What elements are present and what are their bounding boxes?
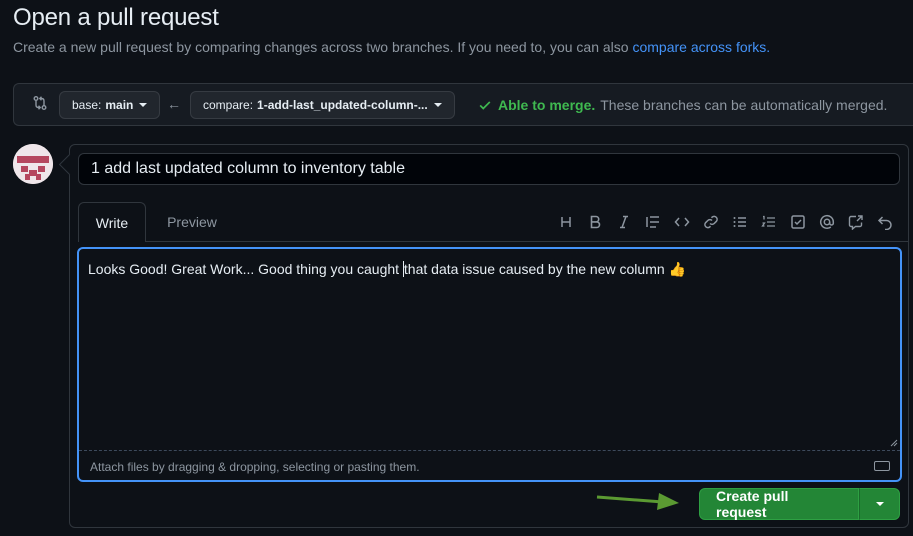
create-pr-button-group: Create pull request (699, 488, 900, 520)
quote-icon[interactable] (638, 213, 667, 231)
merge-desc-text: These branches can be automatically merg… (600, 97, 888, 113)
attach-files-hint: Attach files by dragging & dropping, sel… (90, 460, 420, 474)
create-pull-request-button[interactable]: Create pull request (699, 488, 859, 520)
bold-icon[interactable] (580, 213, 609, 231)
task-list-icon[interactable] (783, 213, 812, 231)
avatar[interactable] (13, 144, 53, 184)
italic-icon[interactable] (609, 213, 638, 231)
git-compare-icon (33, 96, 47, 110)
markdown-icon[interactable] (874, 461, 890, 471)
merge-status: Able to merge. These branches can be aut… (478, 97, 887, 113)
heading-icon[interactable] (551, 213, 580, 231)
body-after-cursor: that data issue caused by the new column… (403, 261, 686, 277)
compare-range-bar: base: main ← compare: 1-add-last_updated… (13, 83, 913, 126)
base-branch-value: main (105, 98, 134, 112)
annotation-arrow-icon (596, 493, 679, 510)
chevron-down-icon (875, 502, 884, 506)
undo-icon[interactable] (870, 213, 899, 231)
identicon-icon (13, 144, 53, 184)
markdown-toolbar (551, 213, 899, 231)
arrow-left-icon: ← (167, 96, 181, 112)
chevron-down-icon (139, 103, 148, 107)
link-icon[interactable] (696, 213, 725, 231)
create-options-dropdown[interactable] (859, 488, 900, 520)
compare-branch-value: 1-add-last_updated-column-... (257, 98, 428, 112)
merge-ok-text: Able to merge. (498, 97, 596, 113)
compare-branch-key: compare: (203, 98, 254, 112)
subtitle-text: Create a new pull request by comparing c… (13, 39, 629, 55)
pr-title-input[interactable] (78, 153, 900, 185)
tab-preview[interactable]: Preview (154, 202, 230, 242)
pull-request-composer: Write Preview Looks Good! Great Work... … (69, 144, 909, 528)
cross-reference-icon[interactable] (841, 213, 870, 231)
mention-icon[interactable] (812, 213, 841, 231)
page-title: Open a pull request (13, 4, 219, 31)
comment-body-text: Looks Good! Great Work... Good thing you… (88, 261, 686, 278)
compare-across-forks-link[interactable]: compare across forks. (632, 39, 770, 55)
base-branch-button[interactable]: base: main (59, 91, 161, 119)
base-branch-key: base: (72, 98, 102, 112)
attach-files-bar[interactable]: Attach files by dragging & dropping, sel… (79, 450, 900, 480)
tabs-divider (146, 241, 908, 242)
page-subtitle: Create a new pull request by comparing c… (13, 39, 770, 55)
ordered-list-icon[interactable] (754, 213, 783, 231)
unordered-list-icon[interactable] (725, 213, 754, 231)
tab-write[interactable]: Write (78, 202, 146, 242)
comment-body-textarea[interactable]: Looks Good! Great Work... Good thing you… (77, 247, 902, 482)
code-icon[interactable] (667, 213, 696, 231)
check-icon (479, 101, 491, 110)
compare-branch-button[interactable]: compare: 1-add-last_updated-column-... (190, 91, 455, 119)
chevron-down-icon (433, 103, 442, 107)
resize-handle-icon[interactable] (890, 439, 898, 447)
body-before-cursor: Looks Good! Great Work... Good thing you… (88, 261, 403, 277)
